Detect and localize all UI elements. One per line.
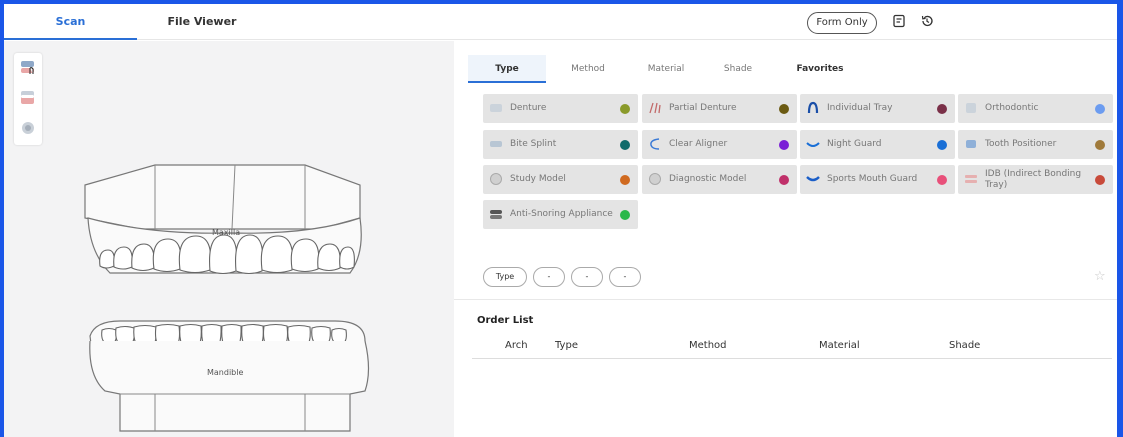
tab-scan[interactable]: Scan <box>4 4 137 40</box>
type-label: Diagnostic Model <box>669 174 747 184</box>
type-tile-study-model[interactable]: Study Model <box>483 165 638 194</box>
maxilla-label: Maxilla <box>212 228 241 237</box>
tab-shade[interactable]: Shade <box>704 55 772 83</box>
favorite-star-icon[interactable]: ☆ <box>1094 269 1106 284</box>
type-label: Anti-Snoring Appliance <box>510 209 613 219</box>
tab-material[interactable]: Material <box>632 55 700 83</box>
orthodontic-icon <box>966 103 976 113</box>
type-label: Clear Aligner <box>669 139 728 149</box>
tab-type[interactable]: Type <box>468 55 546 83</box>
form-icon[interactable] <box>891 13 907 29</box>
type-label: Bite Splint <box>510 139 557 149</box>
filter-pill-material[interactable]: - <box>571 267 603 287</box>
idb-icon <box>965 175 977 183</box>
type-label: Night Guard <box>827 139 882 149</box>
type-tile-tooth-positioner[interactable]: Tooth Positioner <box>958 130 1113 159</box>
column-method[interactable]: Method <box>689 333 727 359</box>
order-list-title: Order List <box>477 315 534 326</box>
form-only-button[interactable]: Form Only <box>807 12 877 34</box>
type-tile-clear-aligner[interactable]: Clear Aligner <box>642 130 797 159</box>
individual-tray-icon <box>807 101 819 114</box>
type-tile-orthodontic[interactable]: Orthodontic <box>958 94 1113 123</box>
tab-file-viewer[interactable]: File Viewer <box>137 4 267 40</box>
type-tile-sports-mouth-guard[interactable]: Sports Mouth Guard <box>800 165 955 194</box>
clear-aligner-icon <box>650 138 660 150</box>
top-bar: Scan File Viewer Form Only <box>4 4 1117 40</box>
filter-pill-type[interactable]: Type <box>483 267 527 287</box>
tab-method[interactable]: Method <box>554 55 622 83</box>
type-label: Tooth Positioner <box>985 139 1057 149</box>
type-tile-idb[interactable]: IDB (Indirect Bonding Tray) <box>958 165 1113 194</box>
type-tile-night-guard[interactable]: Night Guard <box>800 130 955 159</box>
type-tile-denture[interactable]: Denture <box>483 94 638 123</box>
order-list-header: Arch Type Method Material Shade <box>472 333 1112 359</box>
column-type[interactable]: Type <box>555 333 578 359</box>
type-tile-diagnostic-model[interactable]: Diagnostic Model <box>642 165 797 194</box>
jaw-toolbar <box>14 53 42 145</box>
bite-splint-icon <box>490 141 502 147</box>
type-tile-partial-denture[interactable]: Partial Denture <box>642 94 797 123</box>
bite-tool-icon[interactable] <box>19 119 37 137</box>
type-label: Partial Denture <box>669 103 737 113</box>
color-dot <box>1095 140 1105 150</box>
color-dot <box>620 175 630 185</box>
type-tile-anti-snoring[interactable]: Anti-Snoring Appliance <box>483 200 638 229</box>
tooth-positioner-icon <box>966 140 976 148</box>
type-label: Individual Tray <box>827 103 893 113</box>
upper-jaw-tool-icon[interactable] <box>19 59 37 77</box>
tab-favorites[interactable]: Favorites <box>786 55 854 83</box>
color-dot <box>620 210 630 220</box>
night-guard-icon <box>806 142 820 147</box>
type-label: Study Model <box>510 174 566 184</box>
column-shade[interactable]: Shade <box>949 333 980 359</box>
filter-pill-shade[interactable]: - <box>609 267 641 287</box>
color-dot <box>937 175 947 185</box>
type-label: IDB (Indirect Bonding Tray) <box>985 169 1082 190</box>
type-label: Denture <box>510 103 547 113</box>
color-dot <box>779 140 789 150</box>
type-tile-individual-tray[interactable]: Individual Tray <box>800 94 955 123</box>
filter-pill-method[interactable]: - <box>533 267 565 287</box>
anti-snoring-icon <box>490 210 502 219</box>
color-dot <box>937 140 947 150</box>
column-material[interactable]: Material <box>819 333 860 359</box>
diagnostic-model-icon <box>649 173 661 185</box>
scan-viewer-panel[interactable]: Maxilla Mandible <box>4 41 454 437</box>
color-dot <box>779 104 789 114</box>
color-dot <box>937 104 947 114</box>
type-label: Orthodontic <box>985 103 1039 113</box>
type-label: Sports Mouth Guard <box>827 174 918 184</box>
section-divider <box>454 299 1117 300</box>
app-window: Scan File Viewer Form Only Maxilla Mandi… <box>4 4 1117 437</box>
lower-jaw-tool-icon[interactable] <box>19 89 37 107</box>
color-dot <box>1095 175 1105 185</box>
sports-mouth-guard-icon <box>806 176 820 182</box>
type-tile-bite-splint[interactable]: Bite Splint <box>483 130 638 159</box>
color-dot <box>779 175 789 185</box>
partial-denture-icon <box>649 102 661 114</box>
denture-icon <box>490 104 502 112</box>
history-icon[interactable] <box>919 13 935 29</box>
column-arch[interactable]: Arch <box>505 333 528 359</box>
mandible-label: Mandible <box>207 368 244 377</box>
study-model-icon <box>490 173 502 185</box>
order-form-panel: Type Method Material Shade Favorites Den… <box>454 41 1117 437</box>
color-dot <box>620 140 630 150</box>
color-dot <box>1095 104 1105 114</box>
color-dot <box>620 104 630 114</box>
